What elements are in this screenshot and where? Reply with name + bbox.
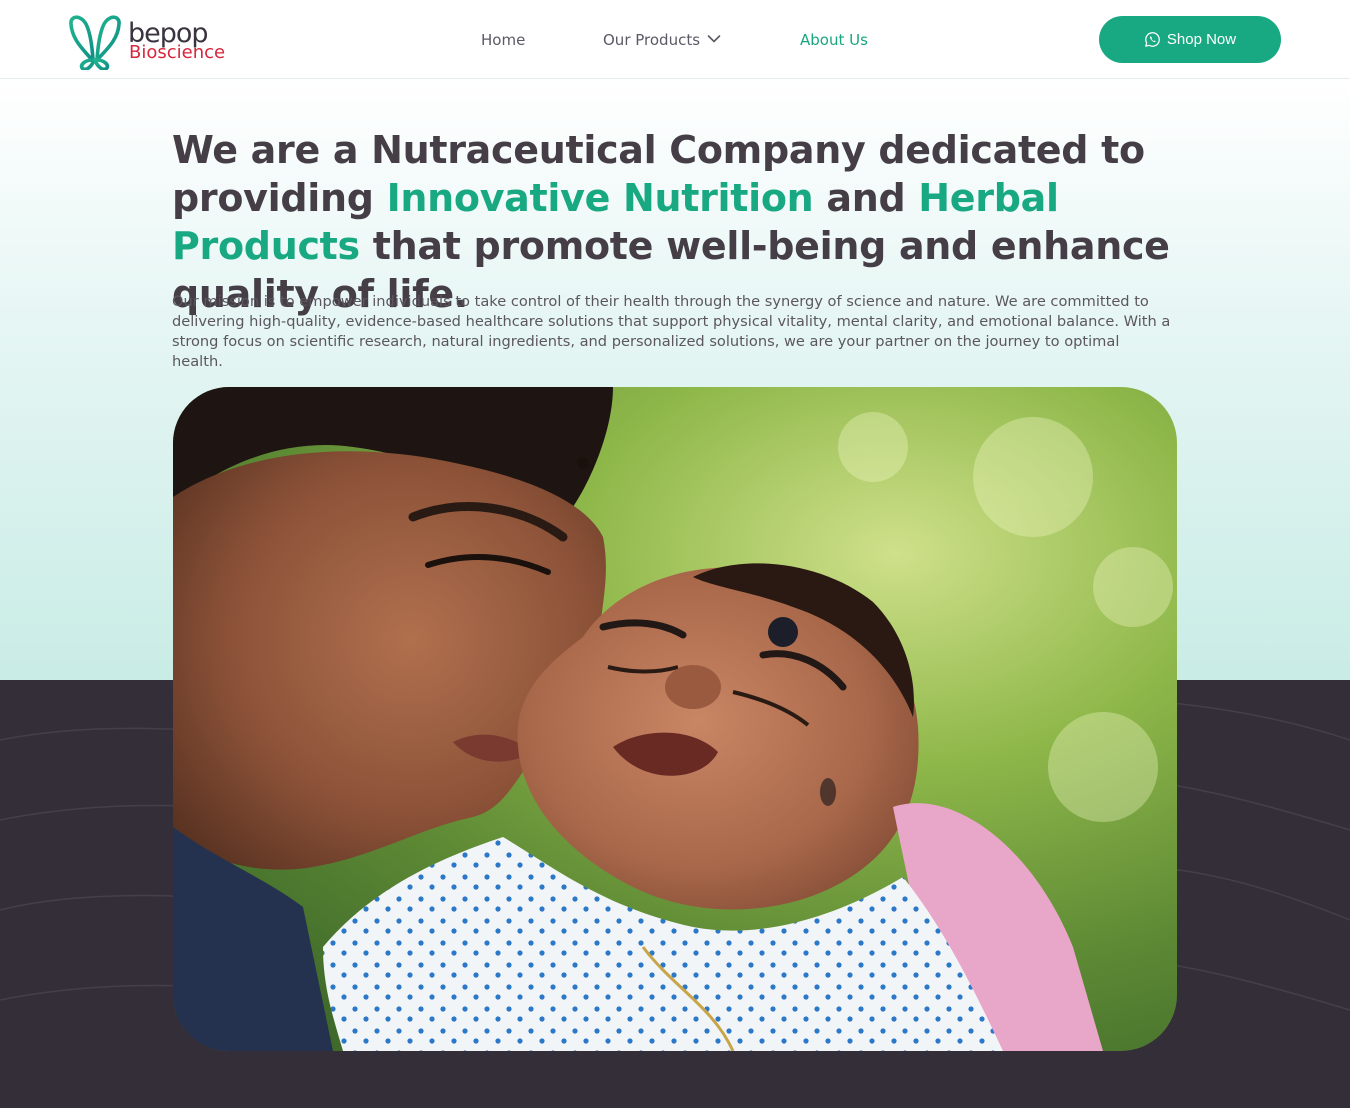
butterfly-logo-icon (69, 15, 121, 70)
nav-our-products[interactable]: Our Products (603, 30, 721, 50)
nav-our-products-label: Our Products (603, 31, 701, 49)
headline-text-2: and (813, 176, 919, 220)
shop-now-button[interactable]: Shop Now (1099, 16, 1281, 63)
site-header: bepop Bioscience Home Our Products About… (0, 0, 1350, 79)
nav-home[interactable]: Home (481, 30, 525, 50)
shop-now-label: Shop Now (1166, 30, 1237, 48)
mother-and-baby-photo (173, 387, 1177, 1051)
hero-headline: We are a Nutraceutical Company dedicated… (172, 126, 1202, 318)
chevron-down-icon (707, 35, 721, 43)
whatsapp-icon (1145, 32, 1160, 47)
brand-subtitle: Bioscience (129, 42, 226, 63)
nav-about-us[interactable]: About Us (800, 30, 868, 50)
mission-paragraph: Our mission is to empower individuals to… (172, 293, 1171, 370)
brand-logo[interactable]: bepop Bioscience (66, 10, 241, 70)
highlight-innovative-nutrition: Innovative Nutrition (386, 176, 814, 220)
